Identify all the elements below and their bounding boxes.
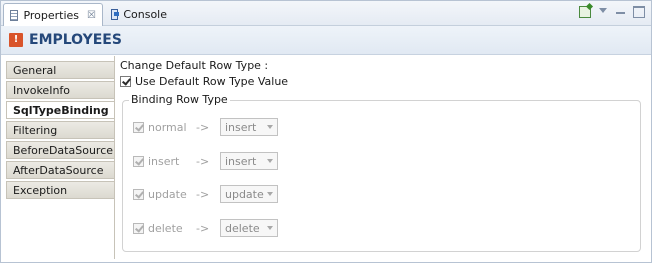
side-tab-sqltypebinding[interactable]: SqlTypeBinding: [6, 101, 114, 119]
tab-console[interactable]: Console: [105, 3, 173, 25]
side-tab-afterdatasource[interactable]: AfterDataSource: [6, 161, 114, 179]
page-title-bar: ! EMPLOYEES: [1, 26, 651, 55]
properties-view: Properties ☒ Console ! EMPLOYEES General…: [0, 0, 652, 263]
normal-combo[interactable]: insert: [220, 118, 278, 136]
change-default-label: Change Default Row Type :: [120, 59, 269, 72]
delete-combo-value: delete: [225, 221, 260, 235]
update-label: update: [148, 187, 187, 201]
insert-checkbox[interactable]: [133, 155, 144, 167]
console-icon: [111, 8, 120, 20]
side-tab-exception[interactable]: Exception: [6, 181, 114, 199]
binding-row-normal: normal -> insert: [133, 117, 278, 137]
page-title: EMPLOYEES: [29, 32, 122, 48]
chevron-down-icon: [267, 192, 273, 196]
binding-row-type-group: Binding Row Type normal -> insert insert…: [122, 93, 641, 252]
properties-icon: [10, 9, 19, 21]
side-tab-invokeinfo[interactable]: InvokeInfo: [6, 81, 114, 99]
use-default-checkbox[interactable]: [120, 76, 131, 87]
side-divider: [114, 56, 115, 259]
tab-console-label: Console: [123, 7, 167, 21]
use-default-label: Use Default Row Type Value: [135, 75, 289, 88]
update-checkbox[interactable]: [133, 188, 144, 200]
side-tab-list: General InvokeInfo SqlTypeBinding Filter…: [6, 61, 114, 201]
pin-icon[interactable]: [579, 6, 591, 18]
binding-row-type-title: Binding Row Type: [129, 93, 230, 106]
normal-combo-value: insert: [225, 120, 257, 134]
delete-combo[interactable]: delete: [220, 219, 278, 237]
tab-properties[interactable]: Properties ☒: [3, 3, 103, 26]
tab-properties-label: Properties: [23, 8, 80, 22]
minimize-icon[interactable]: [615, 6, 627, 18]
insert-combo-value: insert: [225, 154, 257, 168]
side-tab-beforedatasource[interactable]: BeforeDataSource: [6, 141, 114, 159]
binding-row-delete: delete -> delete: [133, 218, 278, 238]
side-tab-filtering[interactable]: Filtering: [6, 121, 114, 139]
side-tab-general[interactable]: General: [6, 61, 114, 79]
close-icon[interactable]: ☒: [87, 10, 96, 21]
arrow-label: ->: [196, 154, 210, 168]
normal-label: normal: [148, 120, 187, 134]
binding-row-insert: insert -> insert: [133, 151, 278, 171]
arrow-label: ->: [196, 187, 210, 201]
chevron-down-icon: [267, 159, 273, 163]
view-toolbar: [579, 6, 645, 18]
delete-checkbox[interactable]: [133, 222, 144, 234]
chevron-down-icon: [267, 226, 273, 230]
insert-combo[interactable]: insert: [220, 152, 278, 170]
dataset-icon: !: [9, 33, 23, 47]
update-combo-value: update: [225, 187, 264, 201]
normal-checkbox[interactable]: [133, 121, 144, 133]
update-combo[interactable]: update: [220, 185, 278, 203]
chevron-down-icon: [267, 125, 273, 129]
maximize-icon[interactable]: [633, 6, 645, 18]
view-menu-icon[interactable]: [597, 6, 609, 18]
view-tab-bar: Properties ☒ Console: [1, 1, 651, 26]
binding-row-update: update -> update: [133, 184, 278, 204]
arrow-label: ->: [196, 221, 210, 235]
delete-label: delete: [148, 221, 183, 235]
insert-label: insert: [148, 154, 180, 168]
use-default-checkbox-row[interactable]: Use Default Row Type Value: [120, 75, 288, 88]
arrow-label: ->: [196, 120, 210, 134]
